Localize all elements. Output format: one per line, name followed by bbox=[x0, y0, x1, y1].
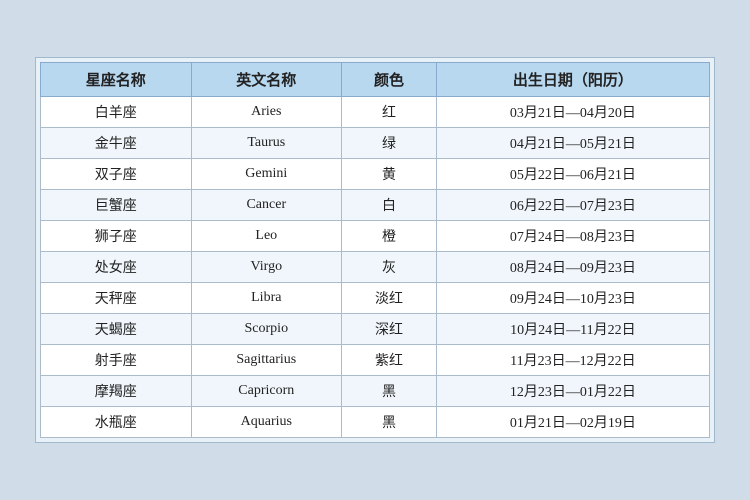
cell-chinese-name: 水瓶座 bbox=[41, 407, 192, 438]
cell-english-name: Aquarius bbox=[191, 407, 342, 438]
table-row: 双子座Gemini黄05月22日—06月21日 bbox=[41, 159, 710, 190]
cell-chinese-name: 白羊座 bbox=[41, 97, 192, 128]
cell-chinese-name: 天秤座 bbox=[41, 283, 192, 314]
table-row: 天蝎座Scorpio深红10月24日—11月22日 bbox=[41, 314, 710, 345]
table-row: 狮子座Leo橙07月24日—08月23日 bbox=[41, 221, 710, 252]
cell-english-name: Gemini bbox=[191, 159, 342, 190]
cell-english-name: Aries bbox=[191, 97, 342, 128]
header-english-name: 英文名称 bbox=[191, 63, 342, 97]
cell-dates: 08月24日—09月23日 bbox=[436, 252, 709, 283]
cell-color: 黑 bbox=[342, 376, 437, 407]
cell-english-name: Sagittarius bbox=[191, 345, 342, 376]
cell-color: 黄 bbox=[342, 159, 437, 190]
table-row: 天秤座Libra淡红09月24日—10月23日 bbox=[41, 283, 710, 314]
cell-english-name: Cancer bbox=[191, 190, 342, 221]
cell-english-name: Libra bbox=[191, 283, 342, 314]
cell-chinese-name: 双子座 bbox=[41, 159, 192, 190]
cell-color: 深红 bbox=[342, 314, 437, 345]
header-color: 颜色 bbox=[342, 63, 437, 97]
zodiac-table-container: 星座名称 英文名称 颜色 出生日期（阳历） 白羊座Aries红03月21日—04… bbox=[35, 57, 715, 443]
cell-english-name: Leo bbox=[191, 221, 342, 252]
cell-chinese-name: 摩羯座 bbox=[41, 376, 192, 407]
cell-chinese-name: 狮子座 bbox=[41, 221, 192, 252]
cell-color: 淡红 bbox=[342, 283, 437, 314]
table-row: 白羊座Aries红03月21日—04月20日 bbox=[41, 97, 710, 128]
cell-color: 绿 bbox=[342, 128, 437, 159]
cell-dates: 05月22日—06月21日 bbox=[436, 159, 709, 190]
cell-dates: 01月21日—02月19日 bbox=[436, 407, 709, 438]
cell-chinese-name: 金牛座 bbox=[41, 128, 192, 159]
cell-chinese-name: 处女座 bbox=[41, 252, 192, 283]
zodiac-table: 星座名称 英文名称 颜色 出生日期（阳历） 白羊座Aries红03月21日—04… bbox=[40, 62, 710, 438]
header-dates: 出生日期（阳历） bbox=[436, 63, 709, 97]
cell-dates: 03月21日—04月20日 bbox=[436, 97, 709, 128]
cell-color: 黑 bbox=[342, 407, 437, 438]
cell-english-name: Capricorn bbox=[191, 376, 342, 407]
header-chinese-name: 星座名称 bbox=[41, 63, 192, 97]
cell-dates: 10月24日—11月22日 bbox=[436, 314, 709, 345]
table-row: 巨蟹座Cancer白06月22日—07月23日 bbox=[41, 190, 710, 221]
table-row: 金牛座Taurus绿04月21日—05月21日 bbox=[41, 128, 710, 159]
cell-dates: 07月24日—08月23日 bbox=[436, 221, 709, 252]
table-row: 处女座Virgo灰08月24日—09月23日 bbox=[41, 252, 710, 283]
cell-color: 灰 bbox=[342, 252, 437, 283]
cell-chinese-name: 天蝎座 bbox=[41, 314, 192, 345]
cell-dates: 12月23日—01月22日 bbox=[436, 376, 709, 407]
cell-chinese-name: 巨蟹座 bbox=[41, 190, 192, 221]
cell-dates: 04月21日—05月21日 bbox=[436, 128, 709, 159]
cell-dates: 09月24日—10月23日 bbox=[436, 283, 709, 314]
cell-color: 白 bbox=[342, 190, 437, 221]
cell-color: 紫红 bbox=[342, 345, 437, 376]
table-row: 摩羯座Capricorn黑12月23日—01月22日 bbox=[41, 376, 710, 407]
cell-color: 红 bbox=[342, 97, 437, 128]
cell-english-name: Virgo bbox=[191, 252, 342, 283]
cell-english-name: Taurus bbox=[191, 128, 342, 159]
cell-dates: 06月22日—07月23日 bbox=[436, 190, 709, 221]
table-row: 水瓶座Aquarius黑01月21日—02月19日 bbox=[41, 407, 710, 438]
table-row: 射手座Sagittarius紫红11月23日—12月22日 bbox=[41, 345, 710, 376]
cell-dates: 11月23日—12月22日 bbox=[436, 345, 709, 376]
table-header-row: 星座名称 英文名称 颜色 出生日期（阳历） bbox=[41, 63, 710, 97]
cell-chinese-name: 射手座 bbox=[41, 345, 192, 376]
cell-english-name: Scorpio bbox=[191, 314, 342, 345]
cell-color: 橙 bbox=[342, 221, 437, 252]
